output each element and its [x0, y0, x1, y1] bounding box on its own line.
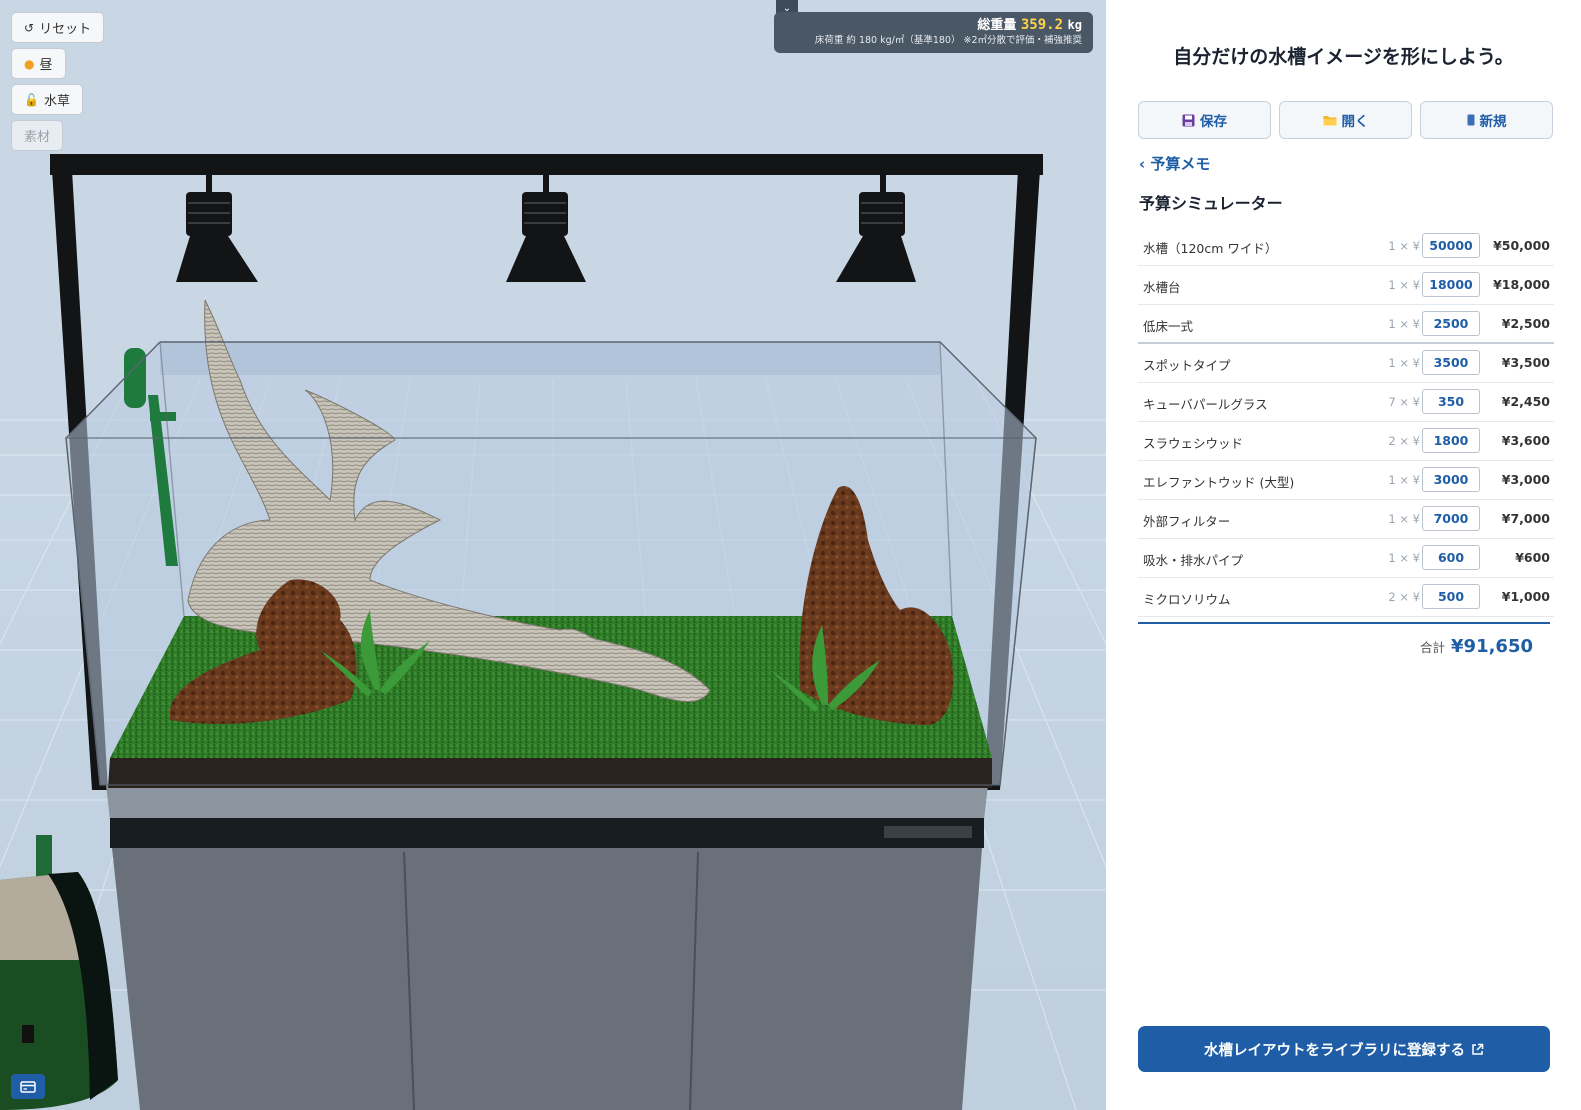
folder-icon [1323, 116, 1336, 126]
total-divider [1138, 622, 1550, 624]
unit-price-input[interactable] [1422, 467, 1480, 492]
sun-icon: ● [24, 56, 35, 71]
spot-light-right[interactable] [836, 175, 916, 282]
open-label: 開く [1341, 114, 1369, 130]
budget-list: 水槽（120cm ワイド） 1 × ¥ ¥50,000 水槽台 1 × ¥ ¥1… [1138, 227, 1554, 617]
unit-price-input[interactable] [1422, 272, 1480, 297]
item-name: 外部フィルター [1143, 514, 1231, 529]
unit-price-input[interactable] [1422, 233, 1480, 258]
item-name: 吸水・排水パイプ [1143, 553, 1244, 568]
floppy-disk-icon [1182, 114, 1195, 126]
save-button[interactable]: 保存 [1138, 101, 1271, 139]
item-qty: 1 × ¥ [1388, 356, 1420, 370]
open-button[interactable]: 開く [1279, 101, 1412, 139]
card-view-button[interactable] [11, 1074, 45, 1099]
new-document-icon [1467, 114, 1474, 126]
item-subtotal: ¥3,000 [1501, 472, 1550, 487]
plants-label: 水草 [43, 94, 70, 109]
item-qty: 1 × ¥ [1388, 512, 1420, 526]
3d-viewport[interactable]: ↺ リセット ● 昼 🔓 水草 素材 ⌄ 総重量 359.2 kg 床荷重 約 … [0, 0, 1106, 1110]
budget-row: スポットタイプ 1 × ¥ ¥3,500 [1138, 344, 1554, 383]
day-mode-label: 昼 [39, 58, 53, 73]
item-name: ミクロソリウム [1143, 592, 1231, 607]
budget-memo-back-link[interactable]: ‹ 予算メモ [1139, 153, 1210, 174]
sidebar: 自分だけの水槽イメージを形にしよう。 保存 開く 新規 ‹ 予算メモ 予算シミュ… [1106, 0, 1581, 1110]
budget-row: 水槽（120cm ワイド） 1 × ¥ ¥50,000 [1138, 227, 1554, 266]
budget-row: 外部フィルター 1 × ¥ ¥7,000 [1138, 500, 1554, 539]
unit-price-input[interactable] [1422, 428, 1480, 453]
total-amount: ¥91,650 [1451, 636, 1533, 657]
unit-price-input[interactable] [1422, 389, 1480, 414]
unlock-icon: 🔓 [24, 92, 39, 107]
budget-total: 合計 ¥91,650 [1420, 636, 1533, 657]
spot-light-center[interactable] [506, 175, 586, 282]
material-label: 素材 [24, 130, 51, 145]
material-button[interactable]: 素材 [11, 120, 64, 151]
card-icon [20, 1080, 36, 1093]
item-subtotal: ¥600 [1515, 550, 1550, 565]
item-qty: 1 × ¥ [1388, 239, 1420, 253]
new-button[interactable]: 新規 [1420, 101, 1553, 139]
item-name: スポットタイプ [1143, 358, 1231, 373]
item-qty: 1 × ¥ [1388, 278, 1420, 292]
budget-row: 水槽台 1 × ¥ ¥18,000 [1138, 266, 1554, 305]
register-layout-label: 水槽レイアウトをライブラリに登録する [1204, 1042, 1465, 1059]
item-subtotal: ¥18,000 [1493, 277, 1550, 292]
item-name: 低床一式 [1143, 319, 1194, 334]
budget-row: キューバパールグラス 7 × ¥ ¥2,450 [1138, 383, 1554, 422]
total-weight: 総重量 359.2 kg [785, 17, 1082, 34]
total-weight-unit: kg [1067, 18, 1082, 32]
day-mode-button[interactable]: ● 昼 [11, 48, 66, 79]
unit-price-input[interactable] [1422, 350, 1480, 375]
unit-price-input[interactable] [1422, 584, 1480, 609]
item-subtotal: ¥50,000 [1493, 238, 1550, 253]
item-name: キューバパールグラス [1143, 397, 1268, 412]
refresh-icon: ↺ [24, 20, 35, 35]
item-qty: 2 × ¥ [1388, 434, 1420, 448]
register-layout-button[interactable]: 水槽レイアウトをライブラリに登録する [1138, 1026, 1550, 1072]
item-qty: 1 × ¥ [1388, 551, 1420, 565]
spot-light-left[interactable] [176, 175, 258, 282]
weight-panel: 総重量 359.2 kg 床荷重 約 180 kg/㎡（基準180） ※2㎡分散… [774, 12, 1093, 53]
reset-label: リセット [39, 22, 92, 37]
substrate-soil [108, 758, 992, 788]
total-weight-label: 総重量 [977, 18, 1017, 33]
aquarium-tank[interactable] [65, 299, 1037, 788]
page-title: 自分だけの水槽イメージを形にしよう。 [1173, 46, 1514, 68]
item-qty: 1 × ¥ [1388, 317, 1420, 331]
unit-price-input[interactable] [1422, 545, 1480, 570]
new-label: 新規 [1479, 114, 1507, 130]
item-name: スラウェシウッド [1143, 436, 1244, 451]
item-name: 水槽（120cm ワイド） [1143, 241, 1278, 256]
budget-row: エレファントウッド (大型) 1 × ¥ ¥3,000 [1138, 461, 1554, 500]
external-link-icon [1472, 1043, 1484, 1055]
item-name: エレファントウッド (大型) [1143, 475, 1295, 490]
unit-price-input[interactable] [1422, 311, 1480, 336]
tank-stand[interactable] [106, 785, 988, 1110]
unit-price-input[interactable] [1422, 506, 1480, 531]
item-qty: 2 × ¥ [1388, 590, 1420, 604]
item-subtotal: ¥3,600 [1501, 433, 1550, 448]
plants-lock-button[interactable]: 🔓 水草 [11, 84, 83, 115]
total-label: 合計 [1420, 640, 1446, 655]
item-subtotal: ¥1,000 [1501, 589, 1550, 604]
budget-simulator-title: 予算シミュレーター [1139, 194, 1283, 213]
item-name: 水槽台 [1143, 280, 1181, 295]
item-qty: 7 × ¥ [1388, 395, 1420, 409]
total-weight-value: 359.2 [1020, 17, 1064, 33]
budget-row: スラウェシウッド 2 × ¥ ¥3,600 [1138, 422, 1554, 461]
floor-load-note: 床荷重 約 180 kg/㎡（基準180） ※2㎡分散で評価・補強推奨 [814, 35, 1082, 46]
budget-row: 低床一式 1 × ¥ ¥2,500 [1138, 305, 1554, 344]
save-label: 保存 [1200, 114, 1227, 130]
item-subtotal: ¥7,000 [1501, 511, 1550, 526]
item-qty: 1 × ¥ [1388, 473, 1420, 487]
budget-row: 吸水・排水パイプ 1 × ¥ ¥600 [1138, 539, 1554, 578]
aquarium-scene[interactable] [0, 0, 1106, 1110]
item-subtotal: ¥3,500 [1501, 355, 1550, 370]
budget-row: ミクロソリウム 2 × ¥ ¥1,000 [1138, 578, 1554, 617]
item-subtotal: ¥2,450 [1501, 394, 1550, 409]
reset-button[interactable]: ↺ リセット [11, 12, 105, 43]
item-subtotal: ¥2,500 [1501, 316, 1550, 331]
